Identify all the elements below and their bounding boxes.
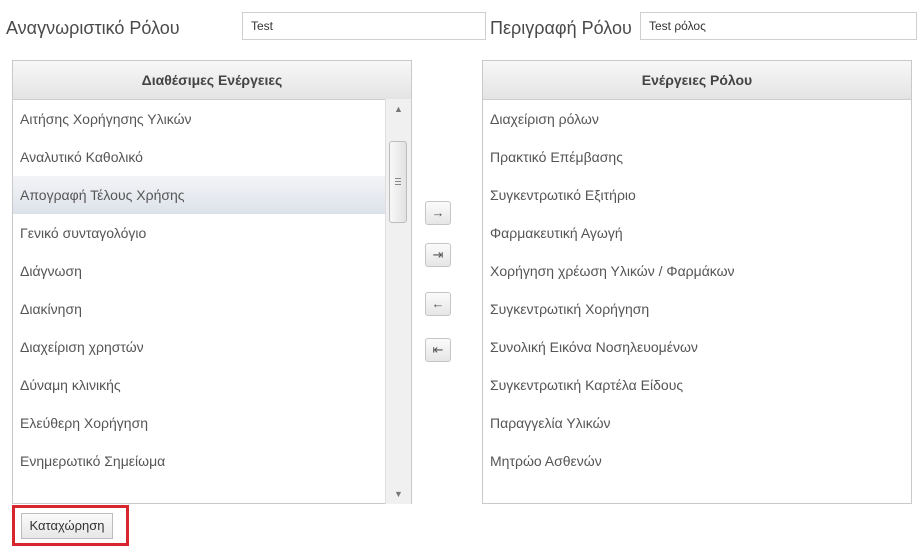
- available-actions-list[interactable]: Αιτήσης Χορήγησης Υλικών Αναλυτικό Καθολι…: [13, 100, 411, 480]
- role-action-item[interactable]: Φαρμακευτική Αγωγή: [483, 214, 911, 252]
- role-actions-panel: Ενέργειες Ρόλου Διαχείριση ρόλων Πρακτικό…: [482, 60, 912, 504]
- submit-button[interactable]: Καταχώρηση: [21, 513, 113, 539]
- role-action-item[interactable]: Συγκεντρωτική Χορήγηση: [483, 290, 911, 328]
- role-action-item[interactable]: Χορήγηση χρέωση Υλικών / Φαρμάκων: [483, 252, 911, 290]
- add-selected-button[interactable]: →: [425, 201, 451, 225]
- role-action-item[interactable]: Μητρώο Ασθενών: [483, 442, 911, 480]
- available-action-item[interactable]: Αναλυτικό Καθολικό: [13, 138, 411, 176]
- available-action-item[interactable]: Αιτήσης Χορήγησης Υλικών: [13, 100, 411, 138]
- role-id-input[interactable]: [242, 12, 486, 40]
- role-action-item[interactable]: Παραγγελία Υλικών: [483, 404, 911, 442]
- available-actions-scrollbar[interactable]: ▲ ▼: [385, 99, 411, 504]
- role-actions-list[interactable]: Διαχείριση ρόλων Πρακτικό Επέμβασης Συγκεν…: [483, 100, 911, 480]
- role-action-item[interactable]: Πρακτικό Επέμβασης: [483, 138, 911, 176]
- available-actions-header: Διαθέσιμες Ενέργειες: [13, 61, 411, 100]
- available-action-item[interactable]: Διάγνωση: [13, 252, 411, 290]
- role-description-label: Περιγραφή Ρόλου: [490, 18, 632, 38]
- role-action-item[interactable]: Συγκεντρωτικό Εξιτήριο: [483, 176, 911, 214]
- role-action-item[interactable]: Συνολική Εικόνα Νοσηλευομένων: [483, 328, 911, 366]
- available-actions-panel: Διαθέσιμες Ενέργειες Αιτήσης Χορήγησης Υ…: [12, 60, 412, 504]
- add-all-button[interactable]: ⇥: [425, 243, 451, 267]
- scroll-down-icon[interactable]: ▼: [386, 484, 411, 504]
- available-action-item[interactable]: Διαχείριση χρηστών: [13, 328, 411, 366]
- scroll-up-icon[interactable]: ▲: [386, 99, 411, 119]
- role-description-input[interactable]: [640, 12, 917, 40]
- role-id-label: Αναγνωριστικό Ρόλου: [6, 18, 180, 38]
- remove-selected-button[interactable]: ←: [425, 292, 451, 316]
- scroll-thumb[interactable]: [389, 141, 407, 223]
- submit-highlight: Καταχώρηση: [12, 505, 129, 546]
- available-action-item[interactable]: Ενημερωτικό Σημείωμα: [13, 442, 411, 480]
- available-action-item[interactable]: Απογραφή Τέλους Χρήσης: [13, 176, 411, 214]
- role-action-item[interactable]: Συγκεντρωτική Καρτέλα Είδους: [483, 366, 911, 404]
- remove-all-button[interactable]: ⇤: [425, 338, 451, 362]
- available-action-item[interactable]: Διακίνηση: [13, 290, 411, 328]
- role-action-item[interactable]: Διαχείριση ρόλων: [483, 100, 911, 138]
- available-action-item[interactable]: Ελεύθερη Χορήγηση: [13, 404, 411, 442]
- role-actions-header: Ενέργειες Ρόλου: [483, 61, 911, 100]
- available-action-item[interactable]: Δύναμη κλινικής: [13, 366, 411, 404]
- available-action-item[interactable]: Γενικό συνταγολόγιο: [13, 214, 411, 252]
